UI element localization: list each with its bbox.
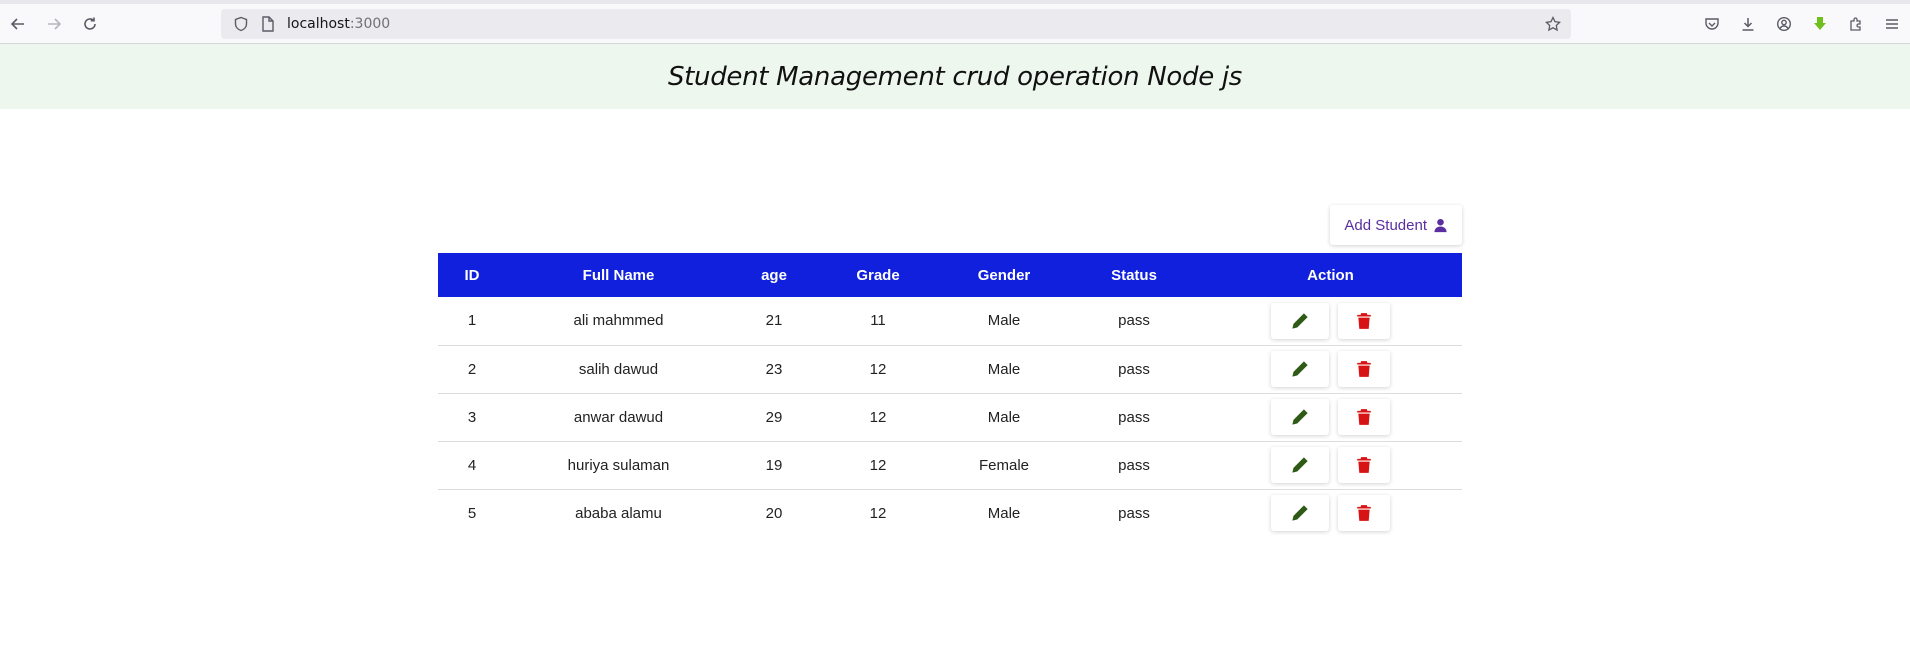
cell-id: 1	[467, 312, 477, 330]
cell-action	[1199, 297, 1462, 345]
add-student-button[interactable]: Add Student	[1330, 205, 1462, 245]
trash-icon	[1357, 409, 1371, 425]
cell-id: 3	[438, 392, 506, 441]
cell-status: pass	[1069, 440, 1199, 489]
cell-status: pass	[1118, 312, 1150, 330]
cell-gender: Male	[939, 344, 1069, 393]
table-row: 3 anwar dawud 29 12 Male pass	[438, 392, 1462, 441]
table-row: 5 ababa alamu 20 12 Male pass	[438, 488, 1462, 537]
url-text: localhost:3000	[287, 16, 390, 32]
user-icon	[1434, 218, 1447, 232]
cell-gender: Male	[939, 392, 1069, 441]
back-arrow-icon[interactable]	[0, 6, 36, 42]
bookmark-star-icon[interactable]	[1545, 16, 1561, 32]
page-banner: Student Management crud operation Node j…	[0, 44, 1910, 109]
url-port: :3000	[349, 16, 391, 32]
column-header-age: age	[761, 266, 787, 284]
cell-full-name: ali mahmmed	[573, 312, 664, 330]
column-header-gender: Gender	[977, 266, 1031, 284]
forward-arrow-icon[interactable]	[36, 6, 72, 42]
extensions-icon[interactable]	[1838, 6, 1874, 42]
table-row: 1 ali mahmmed 21 11 Male pass	[438, 297, 1462, 345]
pencil-icon	[1292, 409, 1308, 425]
browser-toolbar: localhost:3000	[0, 0, 1910, 44]
cell-action	[1199, 440, 1462, 489]
trash-icon	[1357, 312, 1371, 329]
table-row: 4 huriya sulaman 19 12 Female pass	[438, 440, 1462, 489]
column-header-id: ID	[464, 266, 480, 284]
table-row: 2 salih dawud 23 12 Male pass	[438, 344, 1462, 393]
delete-button[interactable]	[1338, 302, 1390, 339]
cell-gender: Male	[939, 488, 1069, 537]
cell-full-name: anwar dawud	[506, 392, 731, 441]
delete-button[interactable]	[1338, 447, 1390, 483]
cell-gender: Male	[987, 312, 1021, 330]
pencil-icon	[1292, 313, 1308, 329]
edit-button[interactable]	[1271, 351, 1329, 387]
cell-id: 2	[438, 344, 506, 393]
cell-full-name: salih dawud	[506, 344, 731, 393]
cell-age: 19	[731, 440, 817, 489]
cell-grade: 12	[817, 392, 939, 441]
cell-grade: 12	[817, 344, 939, 393]
account-icon[interactable]	[1766, 6, 1802, 42]
cell-status: pass	[1069, 488, 1199, 537]
page-title: Student Management crud operation Node j…	[667, 61, 1243, 92]
delete-button[interactable]	[1338, 495, 1390, 532]
edit-button[interactable]	[1271, 302, 1329, 339]
delete-button[interactable]	[1338, 351, 1390, 387]
cell-gender: Female	[939, 440, 1069, 489]
cell-grade: 12	[817, 440, 939, 489]
pencil-icon	[1292, 361, 1308, 377]
trash-icon	[1357, 361, 1371, 377]
cell-id: 5	[438, 488, 506, 537]
download-icon[interactable]	[1730, 6, 1766, 42]
cell-age: 21	[765, 312, 783, 330]
edit-button[interactable]	[1271, 447, 1329, 483]
cell-full-name: huriya sulaman	[506, 440, 731, 489]
edit-button[interactable]	[1271, 399, 1329, 435]
cell-status: pass	[1069, 392, 1199, 441]
cell-id: 4	[438, 440, 506, 489]
extension-download-icon[interactable]	[1802, 6, 1838, 42]
column-header-grade: Grade	[856, 266, 900, 284]
reload-icon[interactable]	[72, 6, 108, 42]
cell-age: 23	[731, 344, 817, 393]
url-host: localhost	[287, 16, 350, 32]
shield-icon[interactable]	[233, 16, 249, 32]
cell-action	[1199, 392, 1462, 441]
trash-icon	[1357, 457, 1371, 473]
column-header-full-name: Full Name	[582, 266, 655, 284]
delete-button[interactable]	[1338, 399, 1390, 435]
cell-grade: 11	[870, 312, 886, 330]
cell-age: 29	[731, 392, 817, 441]
students-table: ID Full Name age Grade Gender Status Act…	[438, 253, 1462, 537]
table-header-row: ID Full Name age Grade Gender Status Act…	[438, 253, 1462, 297]
page-icon	[262, 16, 274, 32]
toolbar-right	[1694, 4, 1910, 44]
cell-full-name: ababa alamu	[506, 488, 731, 537]
column-header-status: Status	[1111, 266, 1157, 284]
cell-age: 20	[731, 488, 817, 537]
edit-button[interactable]	[1271, 495, 1329, 532]
pencil-icon	[1292, 457, 1308, 473]
cell-grade: 12	[817, 488, 939, 537]
cell-action	[1199, 488, 1462, 537]
add-student-label: Add Student	[1344, 216, 1427, 234]
pocket-icon[interactable]	[1694, 6, 1730, 42]
cell-action	[1199, 344, 1462, 393]
menu-icon[interactable]	[1874, 6, 1910, 42]
cell-status: pass	[1069, 344, 1199, 393]
pencil-icon	[1292, 505, 1308, 521]
column-header-action: Action	[1307, 266, 1354, 284]
trash-icon	[1357, 505, 1371, 522]
address-bar[interactable]: localhost:3000	[221, 9, 1571, 39]
